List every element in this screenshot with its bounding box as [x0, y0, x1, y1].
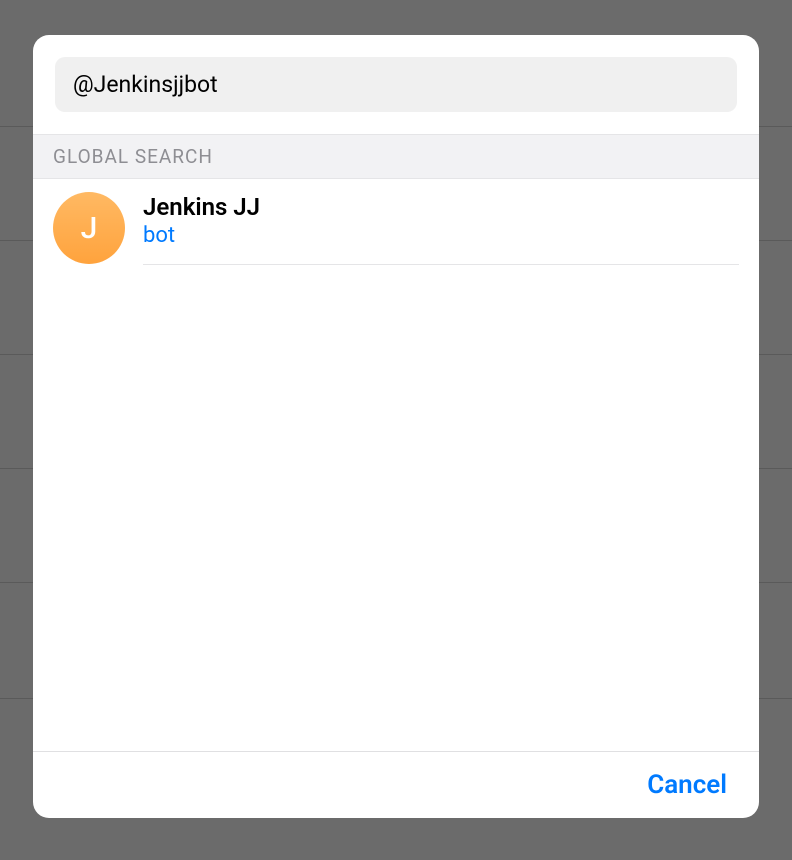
cancel-button[interactable]: Cancel: [647, 770, 727, 800]
search-modal: GLOBAL SEARCH J Jenkins JJ bot Cancel: [33, 35, 759, 818]
result-content: Jenkins JJ bot: [143, 191, 739, 265]
search-container: [33, 35, 759, 134]
result-subtitle: bot: [143, 223, 739, 248]
section-header: GLOBAL SEARCH: [33, 134, 759, 179]
search-input[interactable]: [55, 57, 737, 112]
search-result-row[interactable]: J Jenkins JJ bot: [33, 179, 759, 265]
results-list: J Jenkins JJ bot: [33, 179, 759, 751]
modal-footer: Cancel: [33, 751, 759, 818]
avatar-letter: J: [81, 211, 98, 246]
section-header-label: GLOBAL SEARCH: [53, 145, 213, 168]
result-name: Jenkins JJ: [143, 193, 739, 221]
avatar: J: [53, 192, 125, 264]
